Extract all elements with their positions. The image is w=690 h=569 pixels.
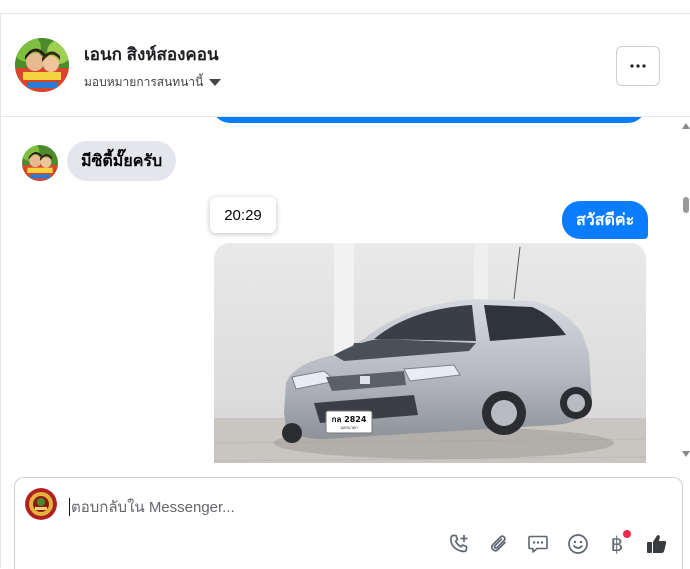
emoji-button[interactable] [564,530,592,558]
baht-icon: ฿ [610,532,624,556]
timestamp-tooltip: 20:29 [210,197,276,233]
contact-name[interactable]: เอนก สิงห์สองคอน [84,41,219,68]
composer-toolbar: ฿ [445,530,671,558]
paperclip-icon [490,535,506,552]
like-button[interactable] [643,530,671,558]
reply-input[interactable] [69,494,651,520]
scroll-up-arrow-icon[interactable] [682,123,690,129]
saved-replies-button[interactable] [524,530,552,558]
more-options-button[interactable] [616,46,660,86]
chat-bubble-icon [528,535,548,553]
call-button[interactable] [445,530,473,558]
previous-outgoing-bubble [212,117,646,123]
scrollbar-thumb[interactable] [683,197,689,213]
outgoing-message-bubble[interactable]: สวัสดีค่ะ [562,201,649,239]
smiley-icon [567,534,588,554]
incoming-message-bubble[interactable]: มีซิตี้มั๊ยครับ [67,141,177,181]
page-avatar [25,488,57,520]
notification-dot [623,530,631,538]
assign-conversation-dropdown[interactable]: มอบหมายการสนทนานี้ [84,73,222,92]
caret-down-icon [209,79,222,86]
payment-button[interactable]: ฿ [603,530,631,558]
scroll-down-arrow-icon[interactable] [682,451,690,457]
thumbs-up-icon [646,535,666,553]
attach-button[interactable] [485,530,513,558]
assign-label: มอบหมายการสนทนานี้ [84,75,204,89]
contact-avatar[interactable] [15,38,69,92]
text-cursor [69,498,70,516]
chat-scrollbar[interactable] [681,117,690,463]
phone-plus-icon [450,534,468,553]
more-dots-icon [630,64,646,68]
message-thread[interactable]: มีซิตี้มั๊ยครับ 20:29 สวัสดีค่ะ กล 2824 … [0,117,690,463]
reply-composer: ฿ [14,477,683,569]
conversation-header: เอนก สิงห์สองคอน มอบหมายการสนทนานี้ [0,14,690,117]
sender-avatar[interactable] [22,145,58,181]
car-photo-attachment[interactable]: กล 2824 นครนายก [214,243,646,463]
license-plate-province: นครนายก [340,425,358,430]
